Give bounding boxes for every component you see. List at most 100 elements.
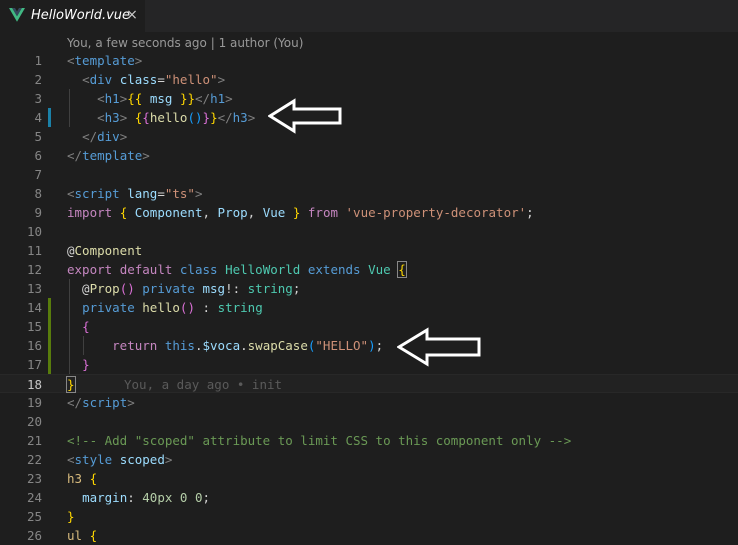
code-line[interactable]: 18} You, a day ago • init: [0, 374, 738, 393]
code-line[interactable]: 8 <script lang="ts">: [0, 184, 738, 203]
code-token: =: [157, 72, 165, 87]
code-text: <script lang="ts">: [67, 184, 203, 203]
code-token: hello: [149, 110, 188, 125]
code-line[interactable]: 1 <template>: [0, 51, 738, 70]
code-line[interactable]: 21 <!-- Add "scoped" attribute to limit C…: [0, 431, 738, 450]
code-line[interactable]: 16 return this.$voca.swapCase("HELLO");: [0, 336, 738, 355]
code-line[interactable]: 25}: [0, 507, 738, 526]
code-token: this: [164, 338, 195, 353]
code-line[interactable]: 2 <div class="hello">: [0, 70, 738, 89]
line-number: 18: [26, 377, 42, 392]
code-line[interactable]: 5 </div>: [0, 127, 738, 146]
code-line[interactable]: 10: [0, 222, 738, 241]
code-line[interactable]: 26 ul {: [0, 526, 738, 545]
code-token: @: [67, 281, 90, 296]
code-line[interactable]: 9 import { Component, Prop, Vue } from 'v…: [0, 203, 738, 222]
code-line[interactable]: 22 <style scoped>: [0, 450, 738, 469]
code-text: private hello() : string: [67, 298, 263, 317]
code-token: }: [82, 357, 90, 372]
code-token: =: [157, 186, 165, 201]
code-editor[interactable]: 1 <template> 2 <div class="hello"> 3 <h1>{{…: [0, 51, 738, 543]
code-token: msg: [202, 281, 226, 296]
code-token: @: [67, 243, 75, 258]
code-line[interactable]: 4 <h3> {{hello()}}</h3>: [0, 108, 738, 127]
code-line[interactable]: 12 export default class HelloWorld extend…: [0, 260, 738, 279]
code-token: lang: [127, 186, 158, 201]
code-token: from: [307, 205, 338, 220]
code-token: h1: [210, 91, 226, 106]
git-added-marker[interactable]: [48, 317, 51, 336]
code-text: }: [66, 375, 76, 394]
code-line[interactable]: 24 margin: 40px 0 0;: [0, 488, 738, 507]
code-line[interactable]: 14 private hello() : string: [0, 298, 738, 317]
code-line[interactable]: 23 h3 {: [0, 469, 738, 488]
close-icon[interactable]: ×: [124, 7, 140, 23]
code-line[interactable]: 19 </script>: [0, 393, 738, 412]
line-number: 13: [26, 281, 42, 296]
code-token: </: [67, 395, 83, 410]
code-line[interactable]: 20: [0, 412, 738, 431]
code-text: <div class="hello">: [67, 70, 225, 89]
code-token: </: [217, 110, 233, 125]
code-token: class: [179, 262, 218, 277]
line-number: 5: [34, 129, 42, 144]
git-added-marker[interactable]: [48, 336, 51, 355]
code-token: HelloWorld: [225, 262, 301, 277]
code-token: ;: [202, 490, 211, 505]
code-token: >: [142, 148, 150, 163]
code-line[interactable]: 6 </template>: [0, 146, 738, 165]
git-added-marker[interactable]: [48, 355, 51, 374]
code-line[interactable]: 17 }: [0, 355, 738, 374]
code-line[interactable]: 13 @Prop() private msg!: string;: [0, 279, 738, 298]
code-text: margin: 40px 0 0;: [67, 488, 210, 507]
code-text: export default class HelloWorld extends …: [67, 260, 407, 279]
git-added-marker[interactable]: [48, 298, 51, 317]
code-line[interactable]: 3 <h1>{{ msg }}</h1>: [0, 89, 738, 108]
code-token: {: [82, 319, 90, 334]
line-number: 24: [26, 490, 42, 505]
git-modified-marker[interactable]: [48, 108, 51, 127]
code-token: swapCase: [247, 338, 308, 353]
code-token: extends: [307, 262, 361, 277]
tab-helloworld-vue[interactable]: HelloWorld.vue ×: [0, 0, 145, 32]
code-token: >: [119, 129, 128, 144]
line-number: 12: [26, 262, 42, 277]
code-token: >: [217, 72, 226, 87]
line-number: 1: [34, 53, 42, 68]
code-token: (): [187, 110, 203, 125]
code-token: string: [217, 300, 263, 315]
line-number: 15: [26, 319, 42, 334]
git-codelens-info[interactable]: You, a few seconds ago | 1 author (You): [67, 36, 303, 50]
line-number: 21: [26, 433, 42, 448]
code-line[interactable]: 15 {: [0, 317, 738, 336]
code-token: >: [134, 53, 143, 68]
code-token: export: [67, 262, 113, 277]
code-token: "hello": [164, 72, 218, 87]
code-token: 40px: [142, 490, 173, 505]
code-token: >: [225, 91, 233, 106]
line-number: 3: [34, 91, 42, 106]
code-line[interactable]: 7: [0, 165, 738, 184]
code-line[interactable]: 11 @Component: [0, 241, 738, 260]
code-token: :: [194, 300, 218, 315]
code-token: {: [142, 110, 150, 125]
tab-title: HelloWorld.vue: [31, 8, 131, 23]
code-token: return: [112, 338, 158, 353]
code-text: ul {: [67, 526, 97, 545]
code-text: <template>: [67, 51, 142, 70]
line-number: 9: [34, 205, 42, 220]
code-token: ,: [202, 205, 218, 220]
code-token: }: [66, 376, 76, 393]
code-token: (): [179, 300, 195, 315]
